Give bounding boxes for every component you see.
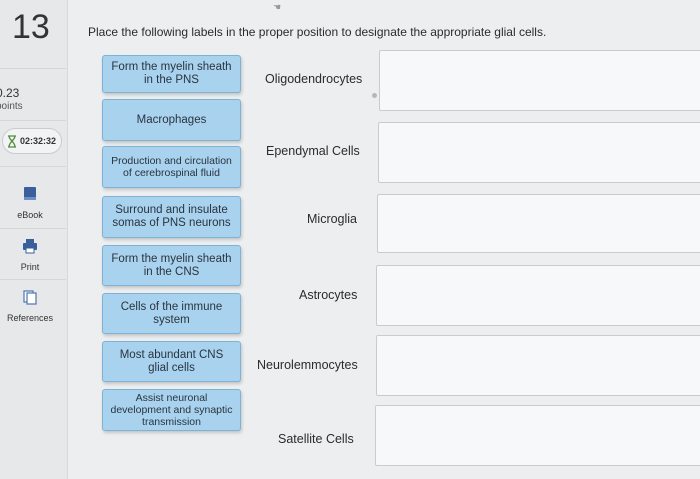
target-name: Oligodendrocytes [265, 72, 363, 86]
print-label: Print [20, 262, 40, 272]
divider [0, 68, 66, 69]
points-label: points [0, 101, 23, 112]
target-name: Astrocytes [299, 288, 358, 302]
label-card[interactable]: Cells of the immune system [102, 293, 241, 334]
timer: 02:32:32 [2, 128, 62, 154]
label-card[interactable]: Form the myelin sheath in the CNS [102, 245, 241, 286]
print-button[interactable]: Print [0, 238, 60, 272]
drop-zone[interactable] [378, 122, 700, 183]
label-card[interactable]: Production and circulation of cerebrospi… [102, 146, 241, 188]
label-card[interactable]: Macrophages [102, 99, 241, 141]
label-card[interactable]: Surround and insulate somas of PNS neuro… [102, 196, 241, 238]
drop-zone[interactable] [375, 405, 700, 466]
printer-icon [22, 238, 38, 254]
ebook-label: eBook [17, 210, 43, 220]
drop-zone[interactable] [377, 194, 700, 253]
ebook-button[interactable]: eBook [0, 186, 60, 220]
label-card[interactable]: Form the myelin sheath in the PNS [102, 55, 241, 93]
divider [0, 228, 66, 229]
question-sidebar: 13 0.23 points 02:32:32 eBook Print Refe… [0, 0, 68, 479]
drop-zone[interactable] [376, 265, 700, 326]
target-name: Satellite Cells [278, 432, 354, 446]
label-card[interactable]: Assist neuronal development and synaptic… [102, 389, 241, 431]
points-value: 0.23 [0, 86, 20, 100]
references-button[interactable]: References [0, 289, 60, 323]
drop-zone[interactable] [376, 335, 700, 396]
divider [0, 279, 66, 280]
target-name: Microglia [307, 212, 358, 226]
references-icon [22, 289, 38, 305]
cursor-icon: ☚ [273, 2, 282, 12]
drop-zone[interactable] [379, 50, 700, 111]
divider [0, 120, 66, 121]
label-card[interactable]: Most abundant CNS glial cells [102, 341, 241, 382]
references-label: References [6, 313, 54, 323]
target-name: Neurolemmocytes [257, 358, 358, 372]
instructions: Place the following labels in the proper… [88, 25, 547, 39]
question-number: 13 [12, 8, 50, 46]
target-name: Ependymal Cells [266, 144, 360, 158]
timer-text: 02:32:32 [20, 136, 57, 146]
book-icon [22, 186, 38, 202]
divider [0, 166, 66, 167]
drop-handle-icon [372, 93, 377, 98]
hourglass-icon [7, 134, 17, 148]
